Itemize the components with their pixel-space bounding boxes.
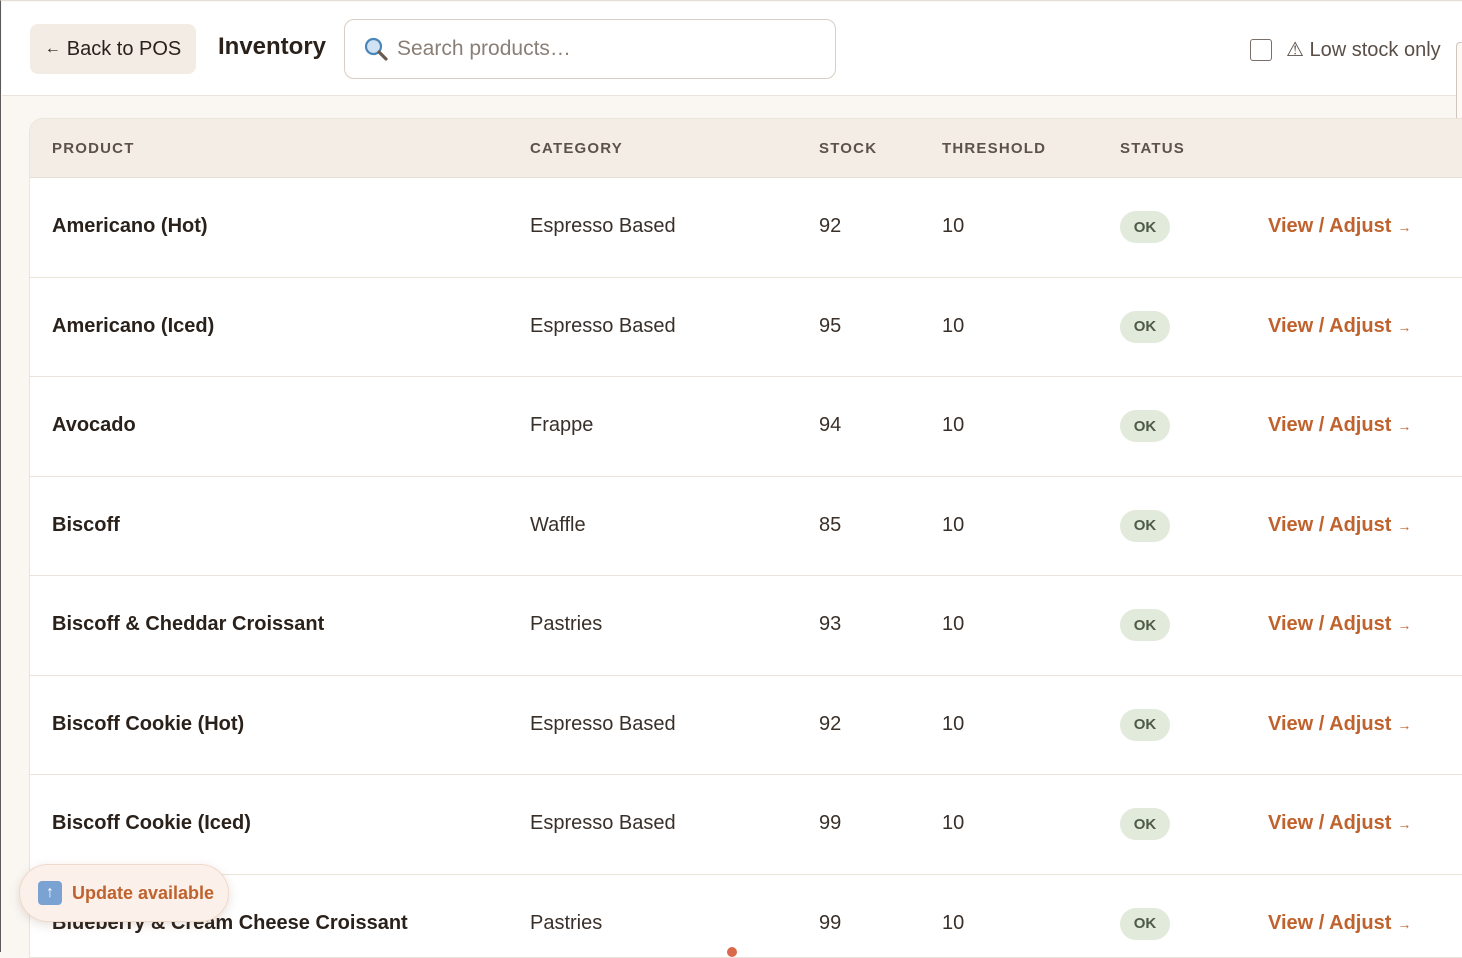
status-badge: OK [1120, 211, 1170, 243]
arrow-right-icon: → [1397, 816, 1411, 832]
column-header-category[interactable]: CATEGORY [530, 140, 623, 157]
table-row: Avocado Frappe 94 10 OK View / Adjust → [30, 377, 1462, 477]
threshold-value: 10 [942, 514, 964, 537]
arrow-right-icon: → [1397, 717, 1411, 733]
product-name: Biscoff [52, 514, 120, 537]
arrow-right-icon: → [1397, 418, 1411, 434]
view-adjust-label: View / Adjust [1268, 613, 1391, 635]
threshold-value: 10 [942, 713, 964, 736]
back-button-label: Back to POS [67, 38, 182, 61]
column-header-status[interactable]: STATUS [1120, 140, 1185, 157]
arrow-right-icon: → [1397, 518, 1411, 534]
update-label: Update available [72, 883, 214, 904]
stock-value: 99 [819, 912, 841, 935]
product-category: Espresso Based [530, 713, 676, 736]
view-adjust-label: View / Adjust [1268, 713, 1391, 735]
view-adjust-link[interactable]: View / Adjust → [1268, 912, 1411, 935]
product-name: Biscoff Cookie (Iced) [52, 812, 251, 835]
product-category: Pastries [530, 912, 602, 935]
inventory-table: PRODUCT CATEGORY STOCK THRESHOLD STATUS … [29, 118, 1462, 958]
stock-value: 99 [819, 812, 841, 835]
table-row: Americano (Iced) Espresso Based 95 10 OK View… [30, 278, 1462, 378]
stock-value: 93 [819, 613, 841, 636]
arrow-right-icon: → [1397, 219, 1411, 235]
column-header-stock[interactable]: STOCK [819, 140, 877, 157]
threshold-value: 10 [942, 912, 964, 935]
table-row: Americano (Hot) Espresso Based 92 10 OK View … [30, 178, 1462, 278]
status-badge: OK [1120, 510, 1170, 542]
low-stock-filter[interactable]: ⚠ Low stock only [1250, 37, 1441, 62]
app-window: ← Back to POS Inventory ⚠ Low stock only… [0, 0, 1462, 952]
status-badge: OK [1120, 908, 1170, 940]
view-adjust-label: View / Adjust [1268, 812, 1391, 834]
view-adjust-link[interactable]: View / Adjust → [1268, 613, 1411, 636]
back-arrow-icon: ← [45, 40, 61, 58]
table-row: Biscoff Waffle 85 10 OK View / Adjust → [30, 477, 1462, 577]
status-badge: OK [1120, 808, 1170, 840]
status-badge: OK [1120, 609, 1170, 641]
stock-value: 92 [819, 713, 841, 736]
status-badge: OK [1120, 410, 1170, 442]
threshold-value: 10 [942, 414, 964, 437]
threshold-value: 10 [942, 315, 964, 338]
product-name: Biscoff Cookie (Hot) [52, 713, 244, 736]
view-adjust-label: View / Adjust [1268, 414, 1391, 436]
view-adjust-link[interactable]: View / Adjust → [1268, 315, 1411, 338]
view-adjust-label: View / Adjust [1268, 912, 1391, 934]
view-adjust-link[interactable]: View / Adjust → [1268, 514, 1411, 537]
search-box[interactable] [344, 19, 836, 79]
table-row: Biscoff Cookie (Iced) Espresso Based 99 10 O… [30, 775, 1462, 875]
low-stock-checkbox[interactable] [1250, 39, 1272, 61]
search-input[interactable] [397, 37, 817, 61]
stock-value: 94 [819, 414, 841, 437]
product-name: Biscoff & Cheddar Croissant [52, 613, 324, 636]
back-to-pos-button[interactable]: ← Back to POS [30, 24, 196, 74]
view-adjust-link[interactable]: View / Adjust → [1268, 414, 1411, 437]
product-category: Espresso Based [530, 812, 676, 835]
indicator-dot [727, 947, 737, 957]
low-stock-label: ⚠ Low stock only [1286, 37, 1441, 62]
page-title: Inventory [218, 33, 326, 61]
arrow-right-icon: → [1397, 319, 1411, 335]
stock-value: 95 [819, 315, 841, 338]
product-category: Waffle [530, 514, 586, 537]
table-row: Biscoff & Cheddar Croissant Pastries 93 10 O… [30, 576, 1462, 676]
status-badge: OK [1120, 709, 1170, 741]
table-row: Blueberry & Cream Cheese CroissantPastri… [30, 875, 1462, 958]
threshold-value: 10 [942, 215, 964, 238]
search-icon [363, 36, 389, 62]
product-name: Avocado [52, 414, 136, 437]
threshold-value: 10 [942, 613, 964, 636]
view-adjust-link[interactable]: View / Adjust → [1268, 812, 1411, 835]
column-header-threshold[interactable]: THRESHOLD [942, 140, 1046, 157]
product-category: Espresso Based [530, 315, 676, 338]
view-adjust-label: View / Adjust [1268, 315, 1391, 337]
column-header-product[interactable]: PRODUCT [52, 140, 135, 157]
table-row: Biscoff Cookie (Hot) Espresso Based 92 10 OK… [30, 676, 1462, 776]
status-badge: OK [1120, 311, 1170, 343]
product-category: Pastries [530, 613, 602, 636]
arrow-right-icon: → [1397, 617, 1411, 633]
product-name: Americano (Iced) [52, 315, 214, 338]
update-available-toast[interactable]: ↑ Update available [19, 864, 229, 922]
product-category: Frappe [530, 414, 593, 437]
view-adjust-link[interactable]: View / Adjust → [1268, 713, 1411, 736]
up-arrow-icon: ↑ [38, 881, 62, 905]
arrow-right-icon: → [1397, 916, 1411, 932]
view-adjust-link[interactable]: View / Adjust → [1268, 215, 1411, 238]
product-name: Americano (Hot) [52, 215, 208, 238]
product-category: Espresso Based [530, 215, 676, 238]
view-adjust-label: View / Adjust [1268, 514, 1391, 536]
view-adjust-label: View / Adjust [1268, 215, 1391, 237]
table-body: Americano (Hot) Espresso Based 92 10 OK View … [30, 178, 1462, 958]
table-header: PRODUCT CATEGORY STOCK THRESHOLD STATUS [30, 119, 1462, 178]
threshold-value: 10 [942, 812, 964, 835]
top-bar: ← Back to POS Inventory ⚠ Low stock only [2, 2, 1462, 96]
stock-value: 85 [819, 514, 841, 537]
stock-value: 92 [819, 215, 841, 238]
